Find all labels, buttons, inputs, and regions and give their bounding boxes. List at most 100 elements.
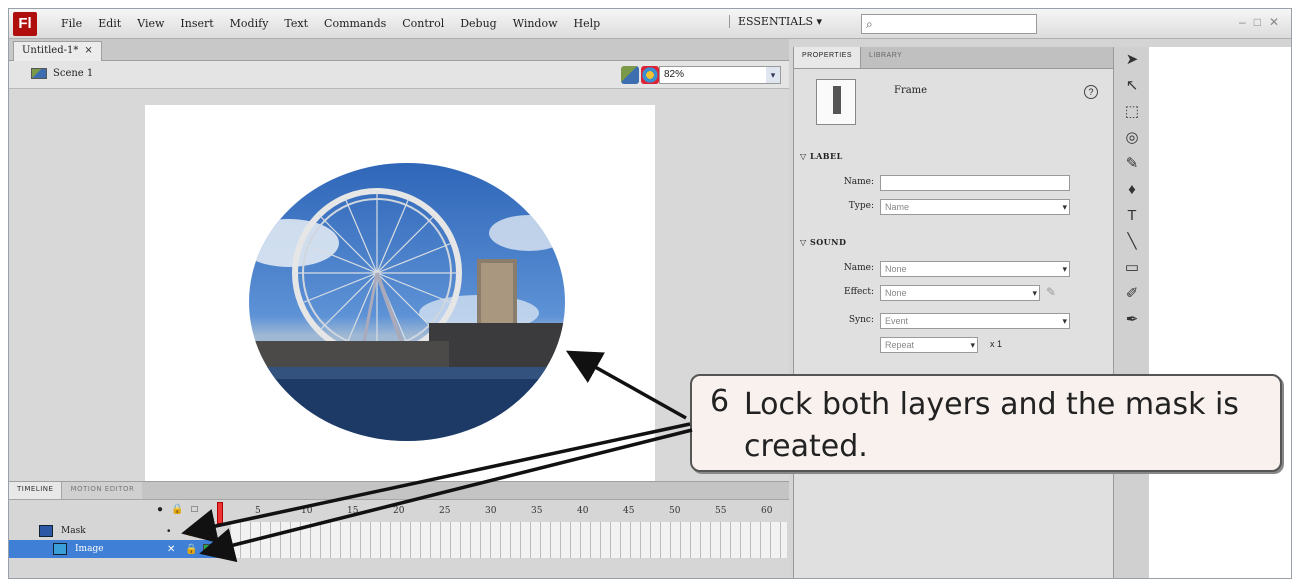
menu-item-commands[interactable]: Commands: [316, 17, 394, 30]
frame-icon: [816, 79, 856, 125]
edit-scene-icon[interactable]: [621, 66, 639, 84]
line-tool-icon[interactable]: ╲: [1114, 229, 1150, 255]
tab-motion-editor[interactable]: MOTION EDITOR: [62, 482, 143, 499]
visibility-dot[interactable]: •: [167, 526, 171, 537]
frame-number: 30: [485, 506, 497, 516]
maximize-button[interactable]: □: [1254, 15, 1261, 29]
frame-number: 5: [255, 506, 261, 516]
edit-symbols-icon[interactable]: [641, 66, 659, 84]
label-type-select[interactable]: Name: [880, 199, 1070, 215]
free-transform-tool-icon[interactable]: ⬚: [1114, 99, 1150, 125]
frame-numbers: 5 10 15 20 25 30 35 40 45 50 55 60: [229, 506, 789, 520]
close-tab-icon[interactable]: ×: [84, 42, 92, 61]
minimize-button[interactable]: –: [1239, 15, 1246, 29]
frame-number: 55: [715, 506, 727, 516]
repeat-select[interactable]: Repeat: [880, 337, 978, 353]
instruction-callout: 6 Lock both layers and the mask is creat…: [690, 374, 1282, 472]
outline-box[interactable]: [203, 526, 213, 536]
help-icon[interactable]: ?: [1084, 85, 1098, 99]
document-tab[interactable]: Untitled-1* ×: [13, 41, 102, 61]
timeline-header: ● 🔒 □ 5 10 15 20 25 30 35 40 45 50 55 60: [9, 500, 789, 524]
flash-window: Fl File Edit View Insert Modify Text Commands C…: [8, 8, 1292, 579]
menu-item-edit[interactable]: Edit: [90, 17, 129, 30]
masked-photo-london-eye: [249, 163, 565, 441]
brush-tool-icon[interactable]: ✒: [1114, 307, 1150, 333]
panel-margin: [1149, 47, 1291, 578]
timeline-panel: TIMELINE MOTION EDITOR ● 🔒 □ 5 10 15 20 25 30…: [9, 481, 789, 578]
frame-number: 60: [761, 506, 773, 516]
frame-number: 10: [301, 506, 313, 516]
document-tab-label: Untitled-1*: [22, 45, 79, 56]
menu-item-debug[interactable]: Debug: [452, 17, 505, 30]
chevron-down-icon: ▾: [766, 67, 780, 83]
menu-item-window[interactable]: Window: [505, 17, 566, 30]
sync-select[interactable]: Event: [880, 313, 1070, 329]
instruction-text: Lock both layers and the mask is created…: [744, 387, 1239, 464]
lock-icon[interactable]: 🔒: [185, 544, 197, 555]
pen-tool-icon[interactable]: ✎: [1114, 151, 1150, 177]
lasso-tool-icon[interactable]: ◎: [1114, 125, 1150, 151]
layer-column-icons: ● 🔒 □: [157, 504, 198, 515]
zoom-select[interactable]: 82% ▾: [659, 66, 781, 84]
effect-label: Effect:: [844, 287, 874, 297]
scene-label: Scene 1: [53, 68, 94, 79]
sound-section-header[interactable]: ▽ SOUND: [800, 237, 846, 247]
frame-number: 40: [577, 506, 589, 516]
sound-name-label: Name:: [843, 263, 874, 273]
menu-item-help[interactable]: Help: [566, 17, 609, 30]
menu-item-insert[interactable]: Insert: [172, 17, 221, 30]
name-label: Name:: [843, 177, 874, 187]
visibility-x-icon[interactable]: ✕: [167, 544, 175, 555]
sync-label: Sync:: [848, 315, 874, 325]
effect-select[interactable]: None: [880, 285, 1040, 301]
frame-name-input[interactable]: [880, 175, 1070, 191]
subselection-tool-icon[interactable]: ↖: [1114, 73, 1150, 99]
masked-layer-icon: [53, 543, 67, 555]
3d-rotation-tool-icon[interactable]: ♦: [1114, 177, 1150, 203]
tab-library[interactable]: LIBRARY: [861, 47, 910, 68]
frame-type-label: Frame: [894, 85, 928, 96]
search-input[interactable]: ⌕: [861, 14, 1037, 34]
rectangle-tool-icon[interactable]: ▭: [1114, 255, 1150, 281]
lock-column-icon[interactable]: 🔒: [171, 504, 183, 515]
visibility-column-icon[interactable]: ●: [157, 504, 163, 515]
layer-name: Mask: [61, 526, 86, 536]
menu-item-view[interactable]: View: [129, 17, 172, 30]
stage[interactable]: [145, 105, 655, 481]
playhead[interactable]: [217, 502, 223, 524]
edit-envelope-icon[interactable]: ✎: [1046, 285, 1056, 299]
lock-icon[interactable]: 🔒: [185, 526, 197, 537]
label-section-header[interactable]: ▽ LABEL: [800, 151, 843, 161]
menu-item-text[interactable]: Text: [276, 17, 316, 30]
properties-tabs: PROPERTIES LIBRARY: [794, 47, 1113, 69]
pencil-tool-icon[interactable]: ✐: [1114, 281, 1150, 307]
frame-grid-image[interactable]: [231, 540, 787, 558]
workspace-switcher[interactable]: ESSENTIALS ▾: [729, 15, 822, 28]
tab-properties[interactable]: PROPERTIES: [794, 47, 861, 68]
text-tool-icon[interactable]: T: [1114, 203, 1150, 229]
close-button[interactable]: ✕: [1269, 15, 1279, 29]
mask-layer-icon: [39, 525, 53, 537]
frame-grid-mask[interactable]: [231, 522, 787, 540]
document-tab-bar: Untitled-1* ×: [9, 39, 789, 61]
repeat-count[interactable]: x 1: [990, 339, 1002, 349]
menu-bar: Fl File Edit View Insert Modify Text Commands C…: [9, 9, 1291, 39]
layer-row-image[interactable]: Image ✕ 🔒: [9, 540, 231, 558]
window-controls: – □ ✕: [1239, 15, 1279, 29]
sound-name-select[interactable]: None: [880, 261, 1070, 277]
outline-column-icon[interactable]: □: [192, 504, 198, 515]
scene-breadcrumb[interactable]: Scene 1: [31, 68, 93, 79]
layer-row-mask[interactable]: Mask • 🔒: [9, 522, 231, 540]
menu-item-file[interactable]: File: [53, 17, 90, 30]
outline-box[interactable]: [203, 544, 213, 554]
selection-tool-icon[interactable]: ➤: [1114, 47, 1150, 73]
tab-timeline[interactable]: TIMELINE: [9, 482, 63, 499]
menu-item-modify[interactable]: Modify: [222, 17, 277, 30]
tools-panel: ➤ ↖ ⬚ ◎ ✎ ♦ T ╲ ▭ ✐ ✒: [1113, 47, 1150, 578]
flash-logo-icon: Fl: [13, 11, 37, 36]
frame-number: 45: [623, 506, 635, 516]
type-label: Type:: [848, 201, 874, 211]
layer-name: Image: [75, 544, 104, 554]
menu-item-control[interactable]: Control: [394, 17, 452, 30]
label-section-title: LABEL: [809, 151, 843, 161]
